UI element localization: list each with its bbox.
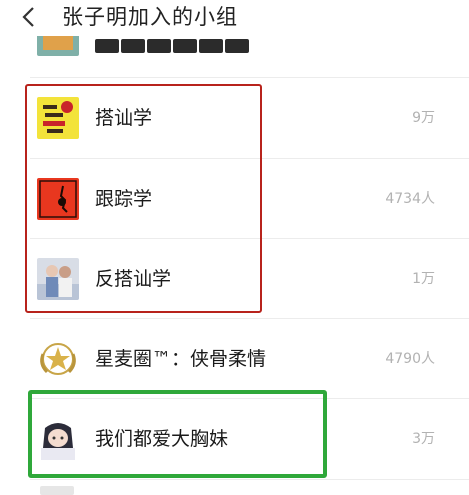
back-button[interactable] [16,4,40,30]
member-count: 4790人 [385,351,435,367]
chevron-left-icon [21,6,35,28]
group-name: 我们都爱大胸妹 [95,428,229,450]
group-name: 星麦圈™：侠骨柔情 [95,348,267,370]
list-item-dataxiongmei[interactable]: 我们都爱大胸妹 3万 [0,399,469,479]
group-name: 搭讪学 [95,107,153,129]
member-count: 4734人 [385,191,435,207]
anime-avatar-icon [37,418,79,460]
list-item-genzongxue[interactable]: 跟踪学 4734人 [0,159,469,239]
red-square-icon [37,178,79,220]
divider [30,479,469,480]
gold-star-emblem-icon [37,338,79,380]
list-item-fandashanxue[interactable]: 反搭讪学 1万 [0,239,469,319]
member-count: 3万 [412,431,435,447]
member-count: 9万 [412,110,435,126]
list-item-dashanxue[interactable]: 搭讪学 9万 [0,78,469,158]
member-count: 1万 [412,271,435,287]
list-item-xingmaiquan[interactable]: 星麦圈™：侠骨柔情 4790人 [0,319,469,399]
group-name: 反搭讪学 [95,268,172,290]
photo-couple-icon [37,258,79,300]
list-item-partial[interactable] [0,30,469,76]
page-title: 张子明加入的小组 [62,5,238,29]
header-bar: 张子明加入的小组 [0,0,469,36]
group-name: 跟踪学 [95,188,153,210]
book-cover-icon [37,97,79,139]
list-item-partial-bottom [40,486,74,495]
